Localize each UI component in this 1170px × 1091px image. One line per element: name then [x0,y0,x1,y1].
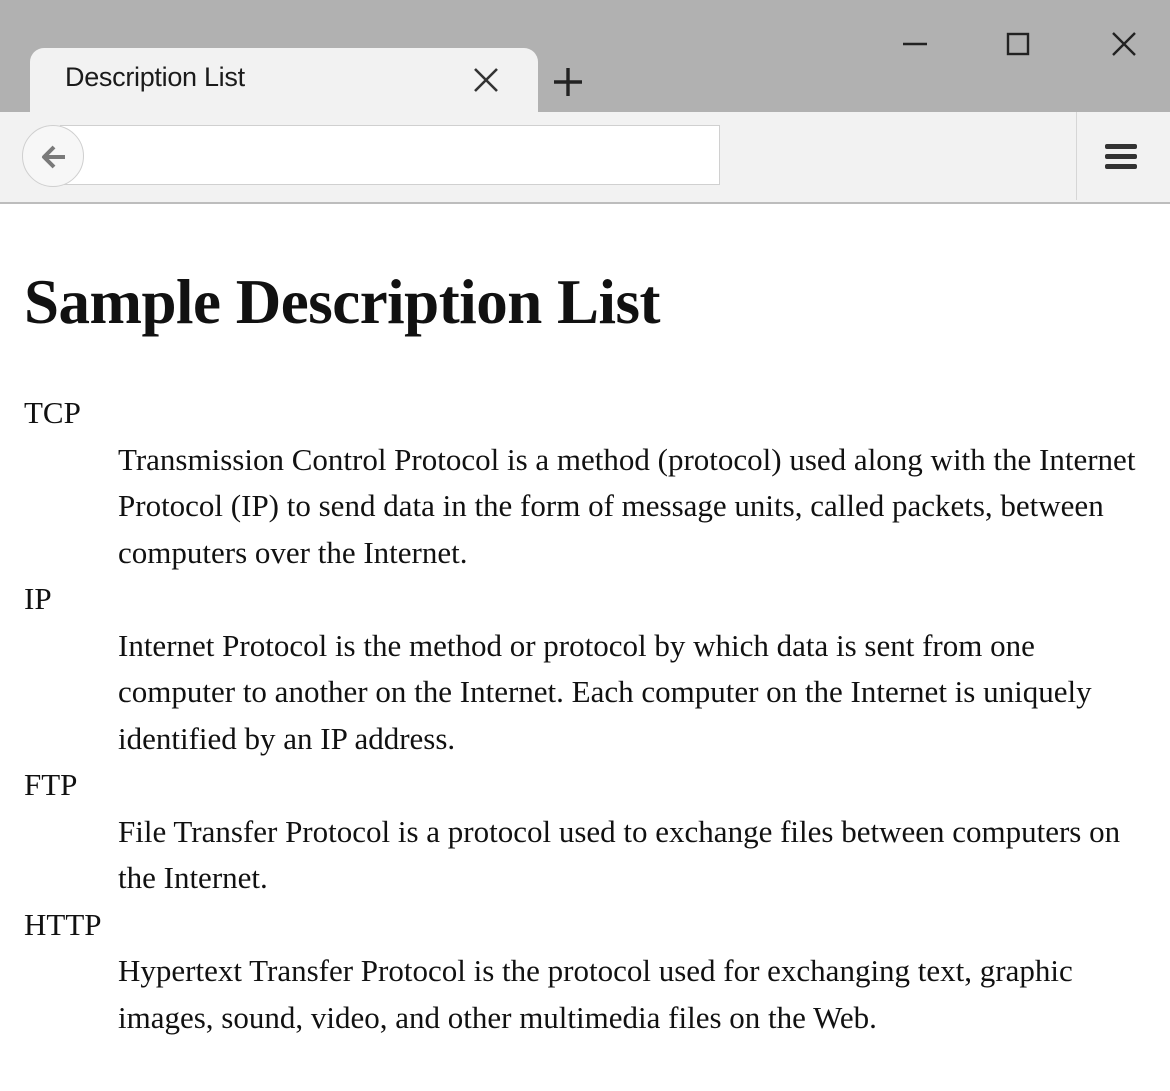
page-content: Sample Description List TCP Transmission… [24,204,1154,1041]
minimize-icon[interactable] [895,24,935,64]
tab-close-icon[interactable] [470,64,502,96]
description-tcp: Transmission Control Protocol is a metho… [118,441,1136,570]
toolbar-divider [1076,112,1077,200]
close-window-icon[interactable] [1104,24,1144,64]
description-http: Hypertext Transfer Protocol is the proto… [118,953,1073,1035]
browser-tab[interactable]: Description List [30,48,538,112]
back-button[interactable] [22,125,84,187]
tab-title: Description List [65,62,245,92]
maximize-icon[interactable] [998,24,1038,64]
browser-navbar [0,112,1170,204]
back-arrow-icon [42,145,65,169]
term-ftp: FTP [24,767,78,802]
hamburger-menu-icon[interactable] [1100,134,1146,178]
term-tcp: TCP [24,395,81,430]
description-ftp: File Transfer Protocol is a protocol use… [118,813,1121,896]
description-list: TCP Transmission Control Protocol is a m… [24,390,1154,1041]
term-ip: IP [24,581,52,616]
url-input[interactable] [60,125,720,185]
browser-titlebar: Description List [0,0,1170,112]
description-ip: Internet Protocol is the method or proto… [118,627,1092,756]
page-title: Sample Description List [24,267,661,337]
new-tab-icon[interactable] [548,62,588,102]
term-http: HTTP [24,906,102,942]
